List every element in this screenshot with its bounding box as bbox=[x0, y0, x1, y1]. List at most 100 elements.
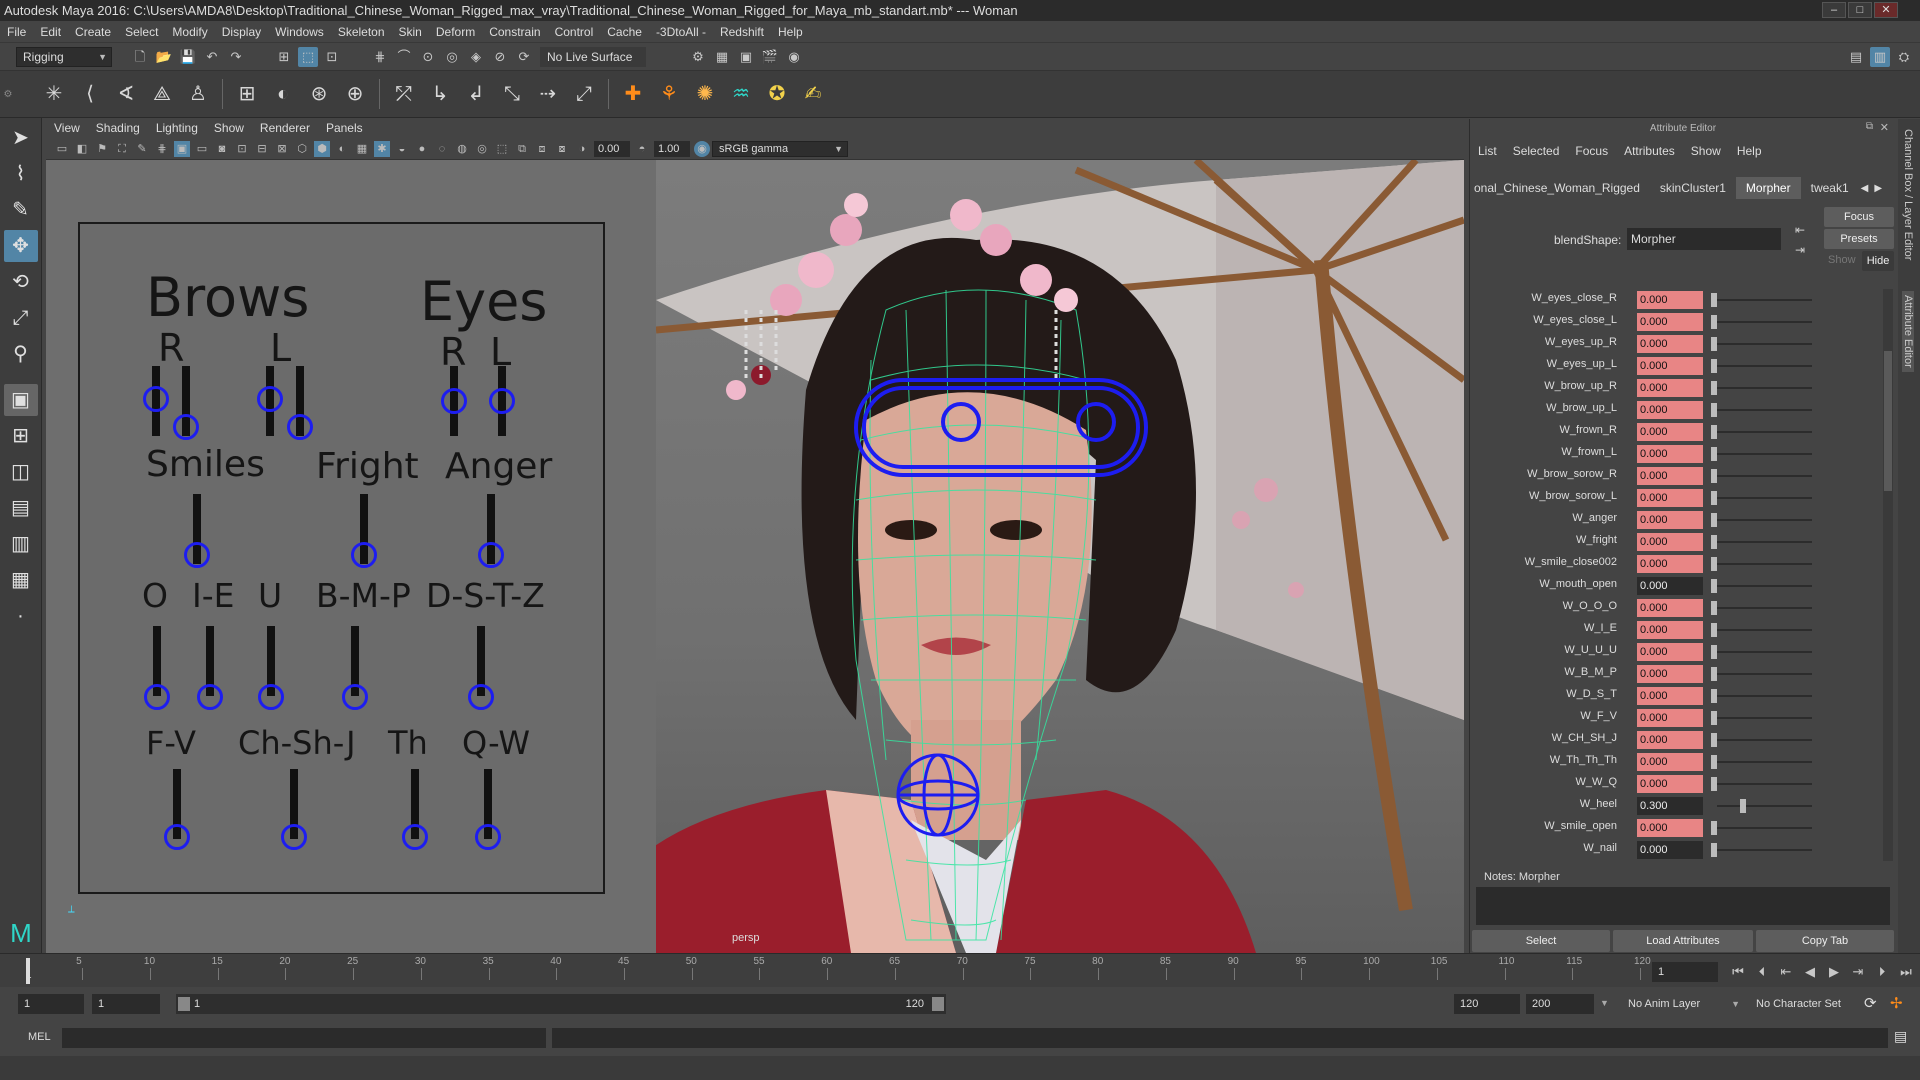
view-transform-dropdown[interactable]: sRGB gamma ▼ bbox=[712, 140, 848, 157]
live-surface-field[interactable]: No Live Surface bbox=[540, 46, 646, 67]
weight-slider-handle[interactable] bbox=[1711, 381, 1717, 395]
weight-slider-handle[interactable] bbox=[1711, 513, 1717, 527]
weight-value-field[interactable]: 0.300 bbox=[1637, 797, 1703, 815]
four-pane-icon[interactable]: ⊞ bbox=[4, 420, 38, 452]
snap-point-icon[interactable]: ⊙ bbox=[418, 47, 438, 67]
menu-edit[interactable]: Edit bbox=[33, 21, 68, 43]
weight-slider-track[interactable] bbox=[1717, 563, 1812, 565]
tab-tweak[interactable]: tweak1 bbox=[1801, 177, 1859, 199]
ipr-render-icon[interactable]: ▣ bbox=[736, 47, 756, 67]
image-plane-icon[interactable]: ⛶ bbox=[114, 141, 130, 157]
safe-action-icon[interactable]: ⊟ bbox=[254, 141, 270, 157]
weight-slider-handle[interactable] bbox=[1711, 359, 1717, 373]
weight-value-field[interactable]: 0.000 bbox=[1637, 533, 1703, 551]
open-scene-icon[interactable]: 📂 bbox=[154, 47, 174, 67]
viseme-d-s-t-z-control[interactable] bbox=[468, 684, 494, 710]
bind-skin-icon[interactable]: ⚘ bbox=[654, 78, 684, 110]
weight-slider-track[interactable] bbox=[1717, 783, 1812, 785]
wireframe-icon[interactable]: ⬡ bbox=[294, 141, 310, 157]
wire-deformer-icon[interactable]: ⊛ bbox=[304, 78, 334, 110]
select-tool-icon[interactable]: ➤ bbox=[4, 122, 38, 154]
weight-slider-track[interactable] bbox=[1717, 673, 1812, 675]
viseme-i-e-control[interactable] bbox=[197, 684, 223, 710]
weight-slider-track[interactable] bbox=[1717, 541, 1812, 543]
animation-prefs-icon[interactable]: ✢ bbox=[1890, 994, 1903, 1012]
shadows-icon[interactable]: ◒ bbox=[394, 141, 410, 157]
playback-start-field[interactable]: 1 bbox=[92, 994, 160, 1014]
weight-value-field[interactable]: 0.000 bbox=[1637, 555, 1703, 573]
weight-value-field[interactable]: 0.000 bbox=[1637, 445, 1703, 463]
weight-value-field[interactable]: 0.000 bbox=[1637, 401, 1703, 419]
gamma-icon[interactable]: ◓ bbox=[634, 141, 650, 157]
menu-display[interactable]: Display bbox=[215, 21, 268, 43]
select-button[interactable]: Select bbox=[1472, 930, 1610, 952]
anger-control[interactable] bbox=[478, 542, 504, 568]
select-object-icon[interactable]: ⬚ bbox=[298, 46, 318, 67]
weight-value-field[interactable]: 0.000 bbox=[1637, 357, 1703, 375]
weight-slider-track[interactable] bbox=[1717, 519, 1812, 521]
play-backwards-icon[interactable]: ◀ bbox=[1800, 962, 1820, 982]
command-input[interactable] bbox=[62, 1028, 546, 1048]
graph-pane-icon[interactable]: ▥ bbox=[4, 528, 38, 560]
lattice-icon[interactable]: ⊞ bbox=[232, 78, 262, 110]
ae-menu-focus[interactable]: Focus bbox=[1567, 139, 1616, 163]
snap-grid-icon[interactable]: ⋕ bbox=[370, 47, 390, 67]
weight-slider-track[interactable] bbox=[1717, 431, 1812, 433]
weight-slider-handle[interactable] bbox=[1711, 733, 1717, 747]
float-panel-icon[interactable]: ⧉ bbox=[1866, 121, 1873, 132]
weight-value-field[interactable]: 0.000 bbox=[1637, 599, 1703, 617]
weight-value-field[interactable]: 0.000 bbox=[1637, 489, 1703, 507]
viseme-u-control[interactable] bbox=[258, 684, 284, 710]
auto-key-icon[interactable]: ⟳ bbox=[1864, 994, 1877, 1012]
go-to-start-icon[interactable]: ⏮ bbox=[1728, 962, 1748, 982]
paint-weights-icon[interactable]: ✺ bbox=[690, 78, 720, 110]
locator-icon[interactable]: ✚ bbox=[618, 78, 648, 110]
menuset-dropdown[interactable]: Rigging ▼ bbox=[16, 46, 112, 67]
exposure-icon[interactable]: ◑ bbox=[574, 141, 590, 157]
script-icon[interactable]: ✍ bbox=[798, 78, 828, 110]
weight-slider-handle[interactable] bbox=[1711, 469, 1717, 483]
redo-icon[interactable]: ↷ bbox=[226, 47, 246, 67]
weight-slider-track[interactable] bbox=[1717, 453, 1812, 455]
camera-select-icon[interactable]: ▭ bbox=[54, 141, 70, 157]
maximize-button[interactable]: □ bbox=[1848, 2, 1872, 18]
render-frame-icon[interactable]: ▦ bbox=[712, 47, 732, 67]
ae-menu-list[interactable]: List bbox=[1470, 139, 1505, 163]
ae-menu-show[interactable]: Show bbox=[1683, 139, 1729, 163]
input-connection-icon[interactable]: ⇤ bbox=[1795, 223, 1805, 237]
tab-morpher[interactable]: Morpher bbox=[1735, 177, 1801, 199]
weight-slider-track[interactable] bbox=[1717, 365, 1812, 367]
layout-menu-icon[interactable]: · bbox=[4, 600, 38, 632]
panel-menu-view[interactable]: View bbox=[46, 119, 88, 138]
grid-icon[interactable]: ⋕ bbox=[154, 141, 170, 157]
ik-spline-icon[interactable]: ∢ bbox=[111, 78, 141, 110]
play-forwards-icon[interactable]: ▶ bbox=[1824, 962, 1844, 982]
copy-tab-button[interactable]: Copy Tab bbox=[1756, 930, 1894, 952]
fright-control[interactable] bbox=[351, 542, 377, 568]
human-ik-icon[interactable]: ♙ bbox=[183, 78, 213, 110]
weight-slider-track[interactable] bbox=[1717, 607, 1812, 609]
safe-title-icon[interactable]: ⊠ bbox=[274, 141, 290, 157]
current-time-marker[interactable] bbox=[26, 958, 30, 984]
tab-scroll-right-icon[interactable]: ▶ bbox=[1874, 183, 1882, 194]
weight-slider-handle[interactable] bbox=[1711, 315, 1717, 329]
weight-slider-handle[interactable] bbox=[1711, 623, 1717, 637]
script-editor-icon[interactable]: ▤ bbox=[1894, 1028, 1907, 1045]
hide-button[interactable]: Hide bbox=[1862, 251, 1894, 271]
ae-menu-attributes[interactable]: Attributes bbox=[1616, 139, 1683, 163]
weight-slider-track[interactable] bbox=[1717, 299, 1812, 301]
weight-list-scrollbar[interactable] bbox=[1883, 289, 1893, 861]
hypershade-pane-icon[interactable]: ▦ bbox=[4, 564, 38, 596]
weight-value-field[interactable]: 0.000 bbox=[1637, 313, 1703, 331]
move-tool-icon[interactable]: ✥ bbox=[3, 230, 38, 262]
save-scene-icon[interactable]: 💾 bbox=[178, 47, 198, 67]
weight-slider-track[interactable] bbox=[1717, 827, 1812, 829]
tab-scroll-left-icon[interactable]: ◀ bbox=[1861, 183, 1869, 194]
antialias-icon[interactable]: ◍ bbox=[454, 141, 470, 157]
camera-attributes-icon[interactable]: ◧ bbox=[74, 141, 90, 157]
playback-end-field[interactable]: 120 bbox=[1454, 994, 1520, 1014]
weight-value-field[interactable]: 0.000 bbox=[1637, 379, 1703, 397]
presets-button[interactable]: Presets bbox=[1824, 229, 1894, 249]
step-forward-frame-icon[interactable]: ⏵ bbox=[1872, 962, 1892, 982]
xray-icon[interactable]: ⧉ bbox=[514, 141, 530, 157]
